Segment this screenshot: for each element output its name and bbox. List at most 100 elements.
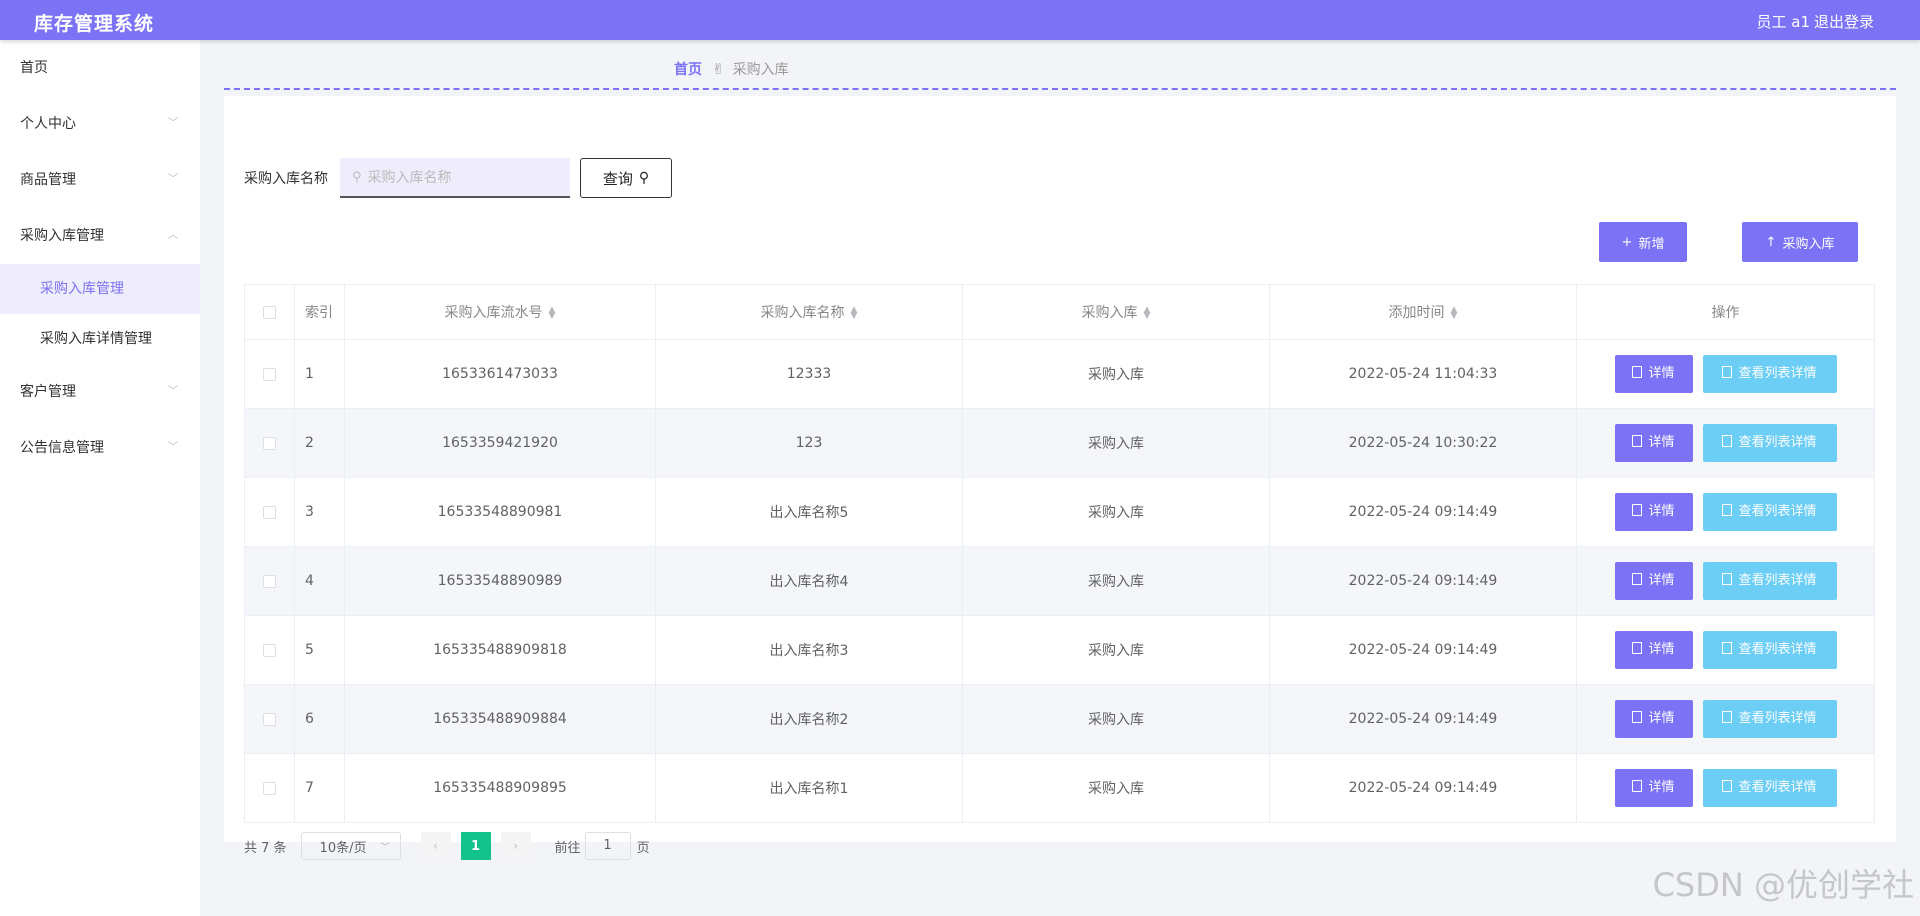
row-index: 2 (294, 408, 345, 478)
hand-icon: ✌ (712, 60, 725, 78)
detail-button-label: 详情 (1648, 504, 1675, 519)
row-time: 2022-05-24 09:14:49 (1269, 615, 1577, 685)
sort-icon[interactable]: ▲ ▼ (1451, 306, 1458, 321)
row-checkbox[interactable] (263, 436, 276, 450)
row-checkbox[interactable] (263, 505, 276, 519)
detail-button[interactable]: 详情 (1614, 631, 1693, 669)
row-checkbox[interactable] (263, 574, 276, 588)
search-label: 采购入库名称 (244, 171, 328, 187)
detail-button-label: 详情 (1648, 366, 1675, 381)
purchase-import-button[interactable]: ↑ 采购入库 (1742, 222, 1858, 262)
row-type: 采购入库 (962, 339, 1270, 409)
row-time: 2022-05-24 10:30:22 (1269, 408, 1577, 478)
document-icon (1632, 504, 1643, 516)
row-type: 采购入库 (962, 615, 1270, 685)
row-index: 4 (294, 546, 345, 616)
detail-button-label: 详情 (1648, 435, 1675, 450)
detail-button[interactable]: 详情 (1614, 493, 1693, 531)
row-select-cell (244, 546, 295, 616)
row-serial: 165335488909818 (344, 615, 656, 685)
logout-link[interactable]: 退出登录 (1814, 11, 1874, 32)
detail-button[interactable]: 详情 (1614, 769, 1693, 807)
table-row: 5 165335488909818 出入库名称3 采购入库 2022-05-24 09:… (244, 615, 1875, 685)
row-serial: 16533548890989 (344, 546, 656, 616)
row-select-cell (244, 339, 295, 409)
view-list-detail-button[interactable]: 查看列表详情 (1702, 424, 1837, 462)
row-actions: 详情 查看列表详情 (1576, 684, 1875, 754)
sidebar-subitem-purchase-manage[interactable]: 采购入库管理 (0, 264, 200, 314)
sort-icon[interactable]: ▲ ▼ (549, 306, 556, 321)
top-navbar: 库存管理系统 员工 a1 退出登录 (0, 0, 1920, 40)
column-header[interactable]: 采购入库名称 ▲ ▼ (655, 284, 963, 340)
view-list-detail-button[interactable]: 查看列表详情 (1702, 493, 1837, 531)
detail-button[interactable]: 详情 (1614, 355, 1693, 393)
row-checkbox[interactable] (263, 367, 276, 381)
row-index: 7 (294, 753, 345, 823)
sidebar-item-personal[interactable]: 个人中心 ﹀ (0, 96, 200, 152)
detail-button[interactable]: 详情 (1614, 424, 1693, 462)
view-list-detail-button[interactable]: 查看列表详情 (1702, 355, 1837, 393)
select-all-cell (244, 284, 295, 340)
breadcrumb-home[interactable]: 首页 (674, 59, 702, 79)
view-list-detail-label: 查看列表详情 (1738, 366, 1817, 381)
view-list-detail-label: 查看列表详情 (1738, 573, 1817, 588)
table-row: 2 1653359421920 123 采购入库 2022-05-24 10:30:22… (244, 408, 1875, 478)
row-checkbox[interactable] (263, 643, 276, 657)
chevron-down-icon: ﹀ (380, 842, 390, 853)
row-name: 12333 (655, 339, 963, 409)
view-list-detail-label: 查看列表详情 (1738, 504, 1817, 519)
row-index: 3 (294, 477, 345, 547)
search-input[interactable]: ⚲ 采购入库名称 (340, 158, 570, 198)
detail-button-label: 详情 (1648, 711, 1675, 726)
chevron-up-icon: ︿ (168, 230, 178, 241)
sidebar-item-notice[interactable]: 公告信息管理 ﹀ (0, 420, 200, 476)
document-icon (1632, 711, 1643, 723)
next-page-button[interactable]: › (500, 832, 531, 860)
document-icon (1632, 366, 1643, 378)
sidebar-item-label: 个人中心 (20, 116, 76, 132)
chevron-down-icon: ﹀ (168, 442, 178, 453)
chevron-down-icon: ﹀ (168, 118, 178, 129)
goto-page-input[interactable]: 1 (584, 832, 631, 860)
view-list-detail-button[interactable]: 查看列表详情 (1702, 631, 1837, 669)
view-list-detail-button[interactable]: 查看列表详情 (1702, 562, 1837, 600)
column-header[interactable]: 采购入库 ▲ ▼ (962, 284, 1270, 340)
prev-page-button[interactable]: ‹ (420, 832, 451, 860)
column-header[interactable]: 添加时间 ▲ ▼ (1269, 284, 1577, 340)
view-list-detail-button[interactable]: 查看列表详情 (1702, 769, 1837, 807)
detail-button[interactable]: 详情 (1614, 700, 1693, 738)
detail-button[interactable]: 详情 (1614, 562, 1693, 600)
sidebar-item-purchase[interactable]: 采购入库管理 ︿ (0, 208, 200, 264)
row-name: 出入库名称1 (655, 753, 963, 823)
sort-icon[interactable]: ▲ ▼ (851, 306, 858, 321)
sidebar-item-home[interactable]: 首页 (0, 40, 200, 96)
view-list-detail-button[interactable]: 查看列表详情 (1702, 700, 1837, 738)
row-name: 123 (655, 408, 963, 478)
table-header-row: 索引 采购入库流水号 ▲ ▼ 采购入库名称 ▲ ▼ 采购入库 ▲ ▼ 添加时间 ▲ ▼ 操作 (244, 284, 1875, 340)
column-header-label: 采购入库 (1081, 305, 1138, 321)
sort-icon[interactable]: ▲ ▼ (1144, 306, 1151, 321)
row-checkbox[interactable] (263, 781, 276, 795)
search-icon: ⚲ (352, 169, 362, 185)
sidebar-item-label: 公告信息管理 (20, 440, 104, 456)
chevron-down-icon: ﹀ (168, 386, 178, 397)
column-header-label: 采购入库名称 (760, 305, 845, 321)
row-actions: 详情 查看列表详情 (1576, 615, 1875, 685)
column-header[interactable]: 采购入库流水号 ▲ ▼ (344, 284, 656, 340)
query-button[interactable]: 查询 ⚲ (580, 158, 672, 198)
detail-button-label: 详情 (1648, 642, 1675, 657)
select-all-checkbox[interactable] (263, 305, 276, 319)
sidebar-subitem-purchase-detail[interactable]: 采购入库详情管理 (0, 314, 200, 364)
page-number[interactable]: 1 (460, 832, 491, 860)
row-select-cell (244, 477, 295, 547)
row-checkbox[interactable] (263, 712, 276, 726)
sidebar-item-customer[interactable]: 客户管理 ﹀ (0, 364, 200, 420)
row-time: 2022-05-24 11:04:33 (1269, 339, 1577, 409)
document-icon (1722, 711, 1733, 723)
row-time: 2022-05-24 09:14:49 (1269, 546, 1577, 616)
row-actions: 详情 查看列表详情 (1576, 477, 1875, 547)
page-size-select[interactable]: 10条/页 ﹀ (300, 832, 401, 860)
row-time: 2022-05-24 09:14:49 (1269, 684, 1577, 754)
sidebar-item-goods[interactable]: 商品管理 ﹀ (0, 152, 200, 208)
add-button[interactable]: + 新增 (1599, 222, 1687, 262)
